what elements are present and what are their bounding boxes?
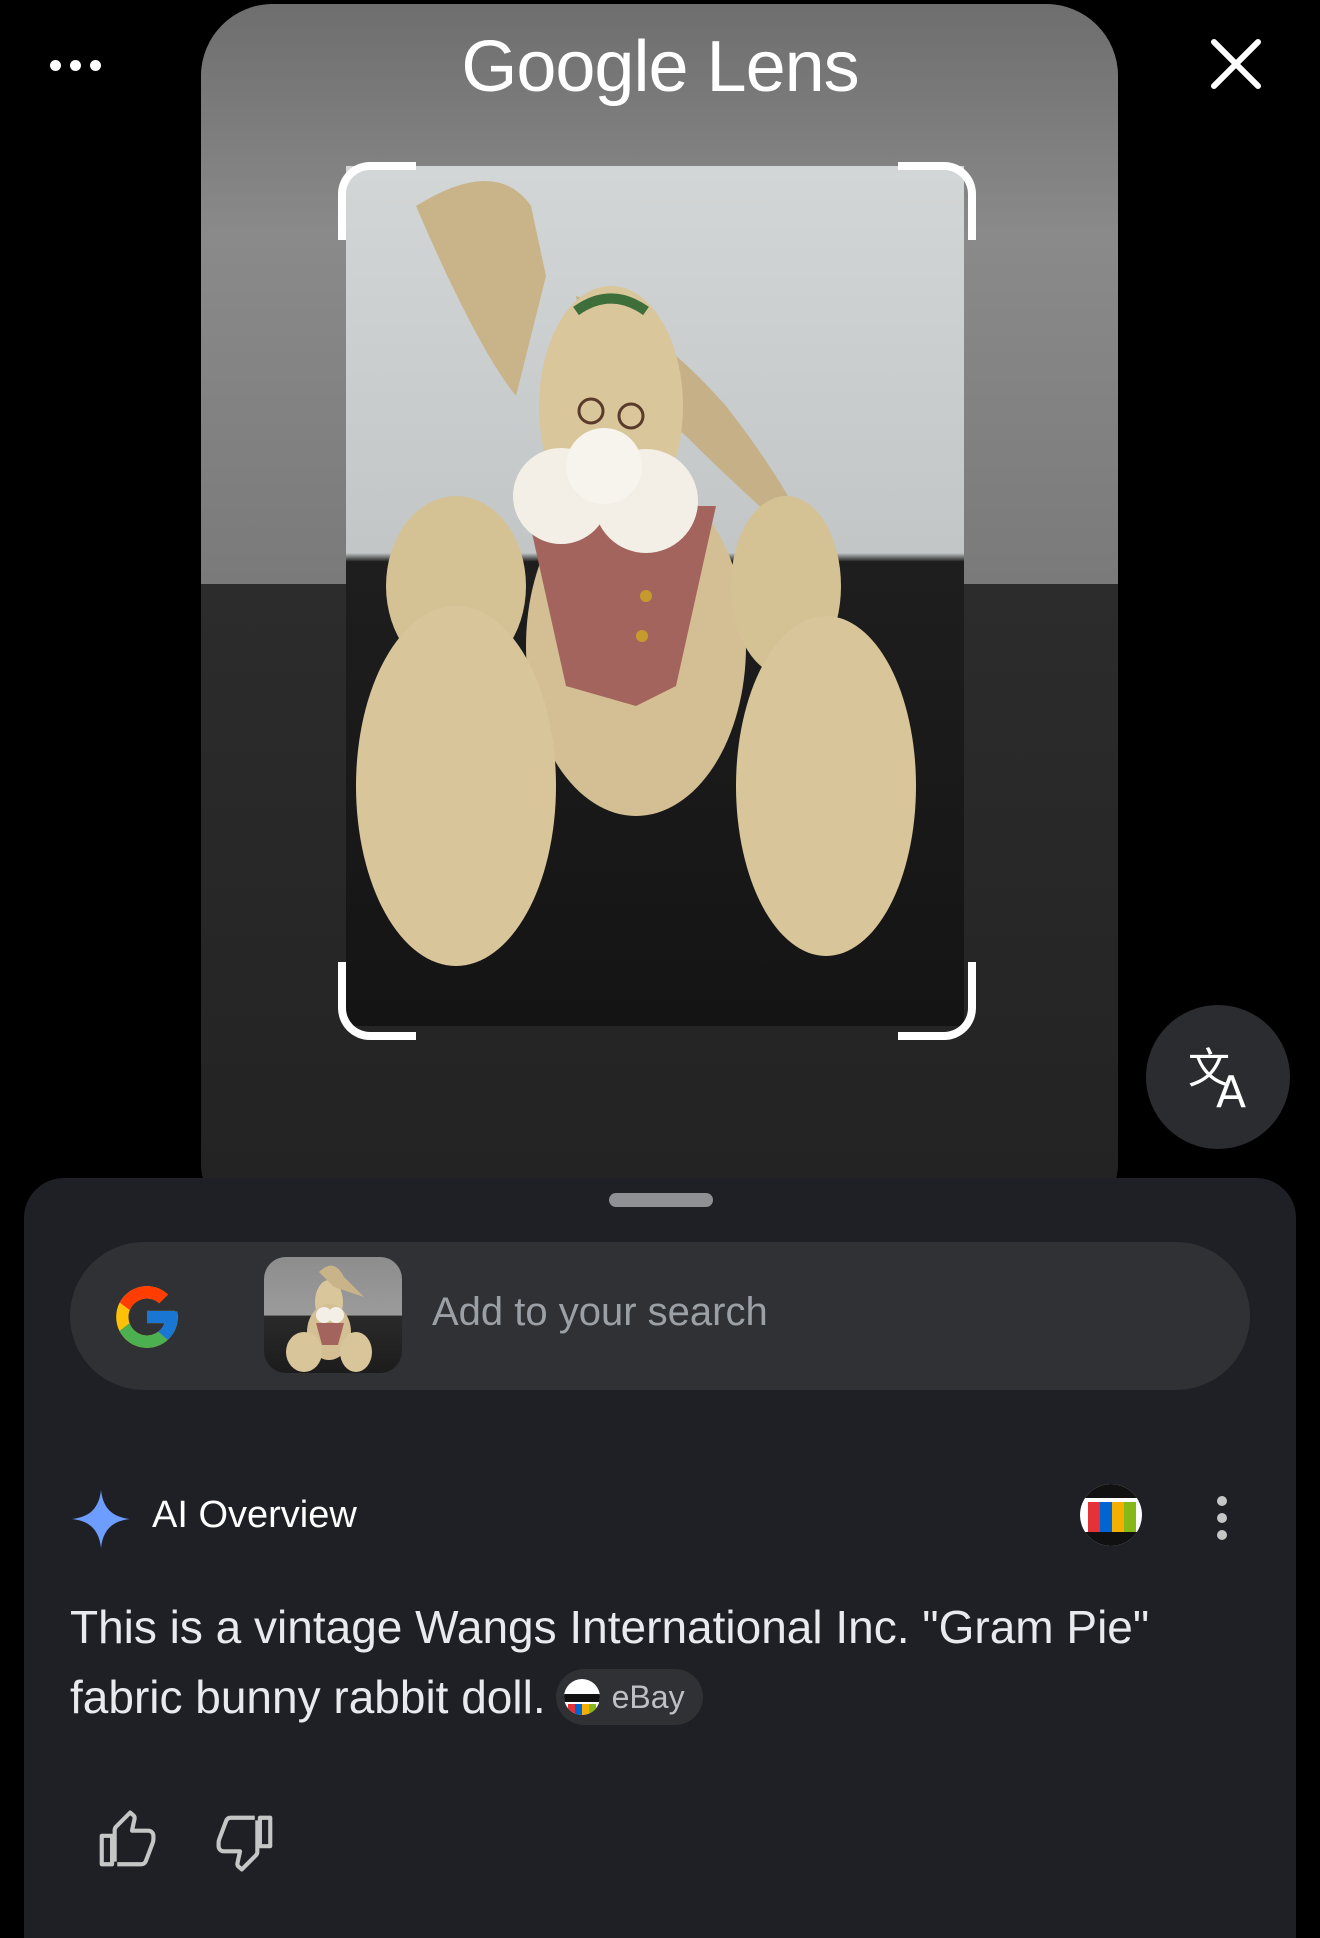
more-vert-icon (1217, 1513, 1227, 1523)
ai-spark-icon (72, 1490, 130, 1548)
more-horiz-icon (50, 60, 61, 71)
thumb-down-icon[interactable] (216, 1810, 278, 1872)
search-input[interactable]: Add to your search (432, 1290, 768, 1335)
app-title: Google Lens (461, 27, 859, 107)
ebay-source-icon (563, 1678, 600, 1715)
more-horiz-icon (90, 60, 101, 71)
crop-handle-bottom-right[interactable] (898, 962, 976, 1040)
svg-text:A: A (1216, 1067, 1246, 1118)
google-g-icon (116, 1286, 178, 1348)
results-bottom-sheet: Add to your search AI Overview This is a… (24, 1178, 1296, 1938)
ai-overview-heading: AI Overview (152, 1494, 357, 1536)
more-horiz-icon (70, 60, 81, 71)
crop-handle-top-left[interactable] (338, 162, 416, 240)
close-icon (1211, 39, 1261, 89)
more-options-button[interactable] (50, 50, 120, 80)
ebay-source-icon[interactable] (1080, 1484, 1142, 1546)
bunny-doll-image (356, 181, 916, 966)
translate-icon: 文 A (1188, 1044, 1246, 1118)
translate-button[interactable]: 文 A (1146, 1005, 1290, 1149)
source-chip[interactable]: eBay (555, 1668, 703, 1725)
thumb-up-icon[interactable] (94, 1810, 156, 1872)
bunny-thumbnail-image (286, 1265, 372, 1372)
search-bar[interactable]: Add to your search (70, 1242, 1250, 1390)
source-chip-label: eBay (611, 1678, 685, 1715)
sheet-drag-handle[interactable] (609, 1193, 713, 1207)
close-button[interactable] (1206, 34, 1266, 94)
more-vert-icon (1217, 1496, 1227, 1506)
search-image-thumbnail[interactable] (264, 1257, 402, 1373)
crop-handle-bottom-left[interactable] (338, 962, 416, 1040)
more-vert-button[interactable] (1210, 1496, 1234, 1540)
selected-image-region[interactable] (346, 166, 964, 1026)
ai-overview-text: This is a vintage Wangs International In… (70, 1592, 1240, 1732)
crop-handle-top-right[interactable] (898, 162, 976, 240)
more-vert-icon (1217, 1530, 1227, 1540)
